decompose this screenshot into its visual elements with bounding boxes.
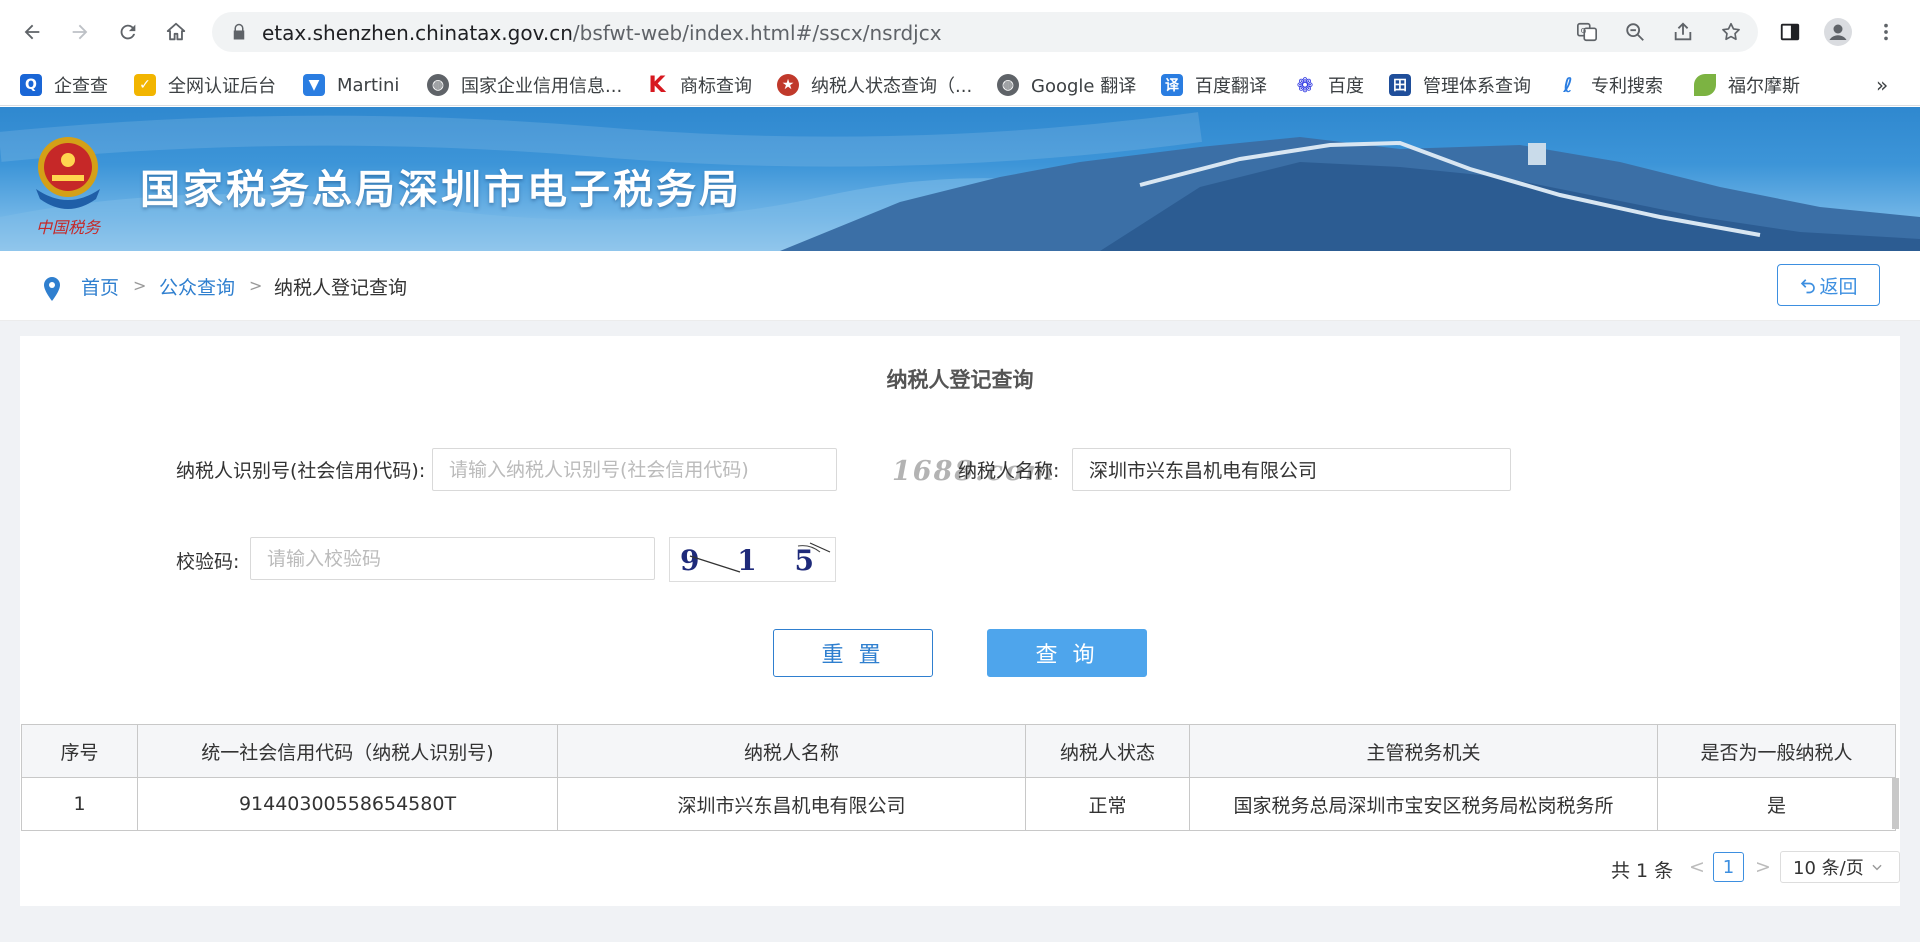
bookmark-taxpayer-status[interactable]: ★ 纳税人状态查询（... (777, 70, 972, 100)
bookmark-baidu[interactable]: ❁ 百度 (1294, 70, 1364, 100)
cell-tax-authority: 国家税务总局深圳市宝安区税务局松岗税务所 (1189, 777, 1658, 831)
bookmarks-more-button[interactable]: » (1876, 70, 1888, 100)
breadcrumb-separator: > (249, 276, 263, 295)
banner-title: 国家税务总局深圳市电子税务局 (140, 167, 742, 213)
captcha-label: 校验码: (176, 551, 240, 573)
bookmark-enterprise-credit[interactable]: ◍ 国家企业信用信息... (427, 70, 622, 100)
bookmark-martini[interactable]: ▼ Martini (303, 70, 399, 100)
baidu-paw-icon: ❁ (1296, 73, 1314, 97)
patent-icon: ℓ (1563, 73, 1573, 97)
undo-icon (1801, 279, 1816, 294)
tax-emblem-icon: ★ (777, 74, 799, 96)
tax-emblem-logo-icon: 中国税务 (36, 137, 102, 237)
form-title: 纳税人登记查询 (886, 368, 1034, 392)
cell-general-taxpayer: 是 (1657, 777, 1896, 831)
bookmark-qichacha[interactable]: Q 企查查 (20, 70, 108, 100)
cell-status: 正常 (1025, 777, 1190, 831)
column-header-status: 纳税人状态 (1025, 724, 1190, 778)
back-button[interactable]: 返回 (1777, 264, 1880, 306)
bookmark-patent-search[interactable]: ℓ 专利搜索 (1557, 70, 1663, 100)
auth-backend-icon: ✓ (134, 74, 156, 96)
breadcrumb-public-query-link[interactable]: 公众查询 (159, 273, 235, 300)
pagination-total: 共 1 条 (1611, 860, 1674, 882)
translate-icon[interactable]: G (1576, 21, 1598, 43)
results-table: 序号 统一社会信用代码（纳税人识别号) 纳税人名称 纳税人状态 主管税务机关 是… (21, 724, 1896, 831)
column-header-tax-authority: 主管税务机关 (1189, 724, 1658, 778)
column-header-index: 序号 (21, 724, 138, 778)
svg-text:G: G (1581, 26, 1587, 35)
pagination-next-button[interactable]: > (1755, 856, 1771, 878)
cell-index: 1 (21, 777, 138, 831)
management-system-icon: 田 (1389, 74, 1411, 96)
bookmark-sherlock[interactable]: 福尔摩斯 (1694, 70, 1800, 100)
address-bar[interactable]: etax.shenzhen.chinatax.gov.cn/bsfwt-web/… (212, 12, 1758, 52)
breadcrumb: 首页 > 公众查询 > 纳税人登记查询 (0, 251, 1920, 321)
back-arrow-icon[interactable] (14, 14, 50, 50)
taxpayer-name-label: 纳税人名称: (958, 460, 1060, 482)
location-pin-icon (44, 277, 60, 301)
zoom-icon[interactable] (1624, 21, 1646, 43)
column-header-taxpayer-name: 纳税人名称 (557, 724, 1026, 778)
breadcrumb-separator: > (133, 276, 147, 295)
pagination-prev-button[interactable]: < (1689, 856, 1705, 878)
bookmark-google-translate[interactable]: ◍ Google 翻译 (997, 70, 1136, 100)
breadcrumb-home-link[interactable]: 首页 (81, 273, 119, 300)
globe-icon: ◍ (427, 74, 449, 96)
bookmark-auth-backend[interactable]: ✓ 全网认证后台 (134, 70, 276, 100)
lock-icon (233, 23, 245, 40)
taxpayer-name-input[interactable] (1072, 448, 1511, 491)
bookmark-star-icon[interactable] (1720, 21, 1742, 43)
globe-icon: ◍ (997, 74, 1019, 96)
query-button[interactable]: 查 询 (987, 629, 1147, 677)
taxpayer-id-input[interactable] (432, 448, 837, 491)
leaf-icon (1694, 74, 1716, 96)
table-header-row: 序号 统一社会信用代码（纳税人识别号) 纳税人名称 纳税人状态 主管税务机关 是… (21, 724, 1896, 778)
column-header-general-taxpayer: 是否为一般纳税人 (1657, 724, 1896, 778)
captcha-input[interactable] (250, 537, 655, 580)
taxpayer-id-label: 纳税人识别号(社会信用代码): (176, 460, 426, 482)
side-panel-icon[interactable] (1772, 14, 1808, 50)
page-size-select[interactable]: 10 条/页 (1780, 851, 1900, 883)
qichacha-icon: Q (20, 74, 42, 96)
forward-arrow-icon[interactable] (62, 14, 98, 50)
bookmark-management-system[interactable]: 田管理体系查询 (1389, 70, 1531, 100)
cell-taxpayer-name: 深圳市兴东昌机电有限公司 (557, 777, 1026, 831)
breadcrumb-current: 纳税人登记查询 (274, 277, 408, 299)
captcha-image[interactable]: 9 1 5 1 (669, 537, 871, 582)
martini-icon: ▼ (303, 74, 325, 96)
svg-text:中国税务: 中国税务 (36, 218, 102, 237)
profile-avatar-icon[interactable] (1820, 14, 1856, 50)
column-header-credit-code: 统一社会信用代码（纳税人识别号) (137, 724, 558, 778)
bookmark-baidu-translate[interactable]: 译百度翻译 (1161, 70, 1267, 100)
page-size-value: 10 条/页 (1793, 858, 1864, 879)
reload-icon[interactable] (110, 14, 146, 50)
cell-credit-code: 91440300558654580T (137, 777, 558, 831)
pagination-page-1[interactable]: 1 (1713, 852, 1744, 882)
baidu-translate-icon: 译 (1161, 74, 1183, 96)
home-icon[interactable] (158, 14, 194, 50)
browser-toolbar: etax.shenzhen.chinatax.gov.cn/bsfwt-web/… (0, 0, 1920, 64)
reset-button[interactable]: 重 置 (773, 629, 933, 677)
chevron-down-icon (1872, 864, 1882, 871)
site-banner: 中国税务 国家税务总局深圳市电子税务局 (0, 107, 1920, 251)
table-row[interactable]: 1 91440300558654580T 深圳市兴东昌机电有限公司 正常 国家税… (21, 777, 1896, 831)
bookmark-trademark[interactable]: K 商标查询 (646, 70, 752, 100)
menu-kebab-icon[interactable] (1868, 14, 1904, 50)
bookmarks-bar: Q 企查查 ✓ 全网认证后台 ▼ Martini ◍ 国家企业信用信息... K 商标查询… (0, 64, 1920, 106)
url-text: etax.shenzhen.chinatax.gov.cn/bsfwt-web/… (262, 21, 942, 45)
share-icon[interactable] (1672, 21, 1694, 43)
trademark-k-icon: K (648, 72, 666, 98)
table-scrollbar[interactable] (1892, 778, 1899, 829)
